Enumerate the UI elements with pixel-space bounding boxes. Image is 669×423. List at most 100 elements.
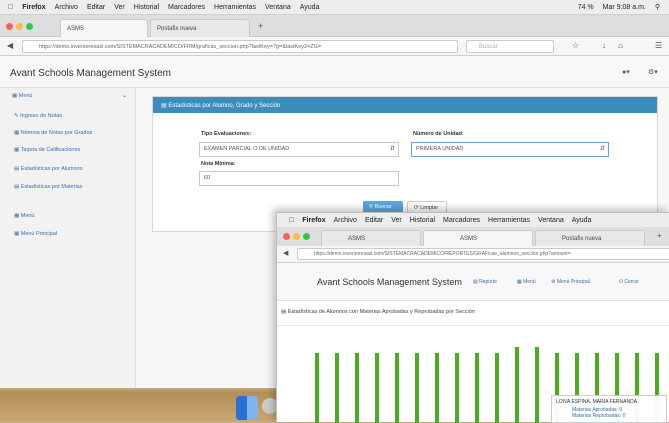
unidad-label: Número de Unidad:: [413, 131, 464, 137]
w2-tab-asms-2[interactable]: ASMS: [423, 230, 533, 246]
finder-icon[interactable]: [236, 396, 258, 420]
sidebar-item-menu[interactable]: ▦ Menú: [14, 213, 35, 219]
secondary-window[interactable]:  Firefox Archivo Editar Ver Historial M…: [276, 212, 669, 423]
os-menubar:  Firefox Archivo Editar Ver Historial M…: [0, 0, 669, 15]
close-window-icon[interactable]: [283, 233, 290, 240]
w2-menu-ventana[interactable]: Ventana: [538, 217, 564, 224]
tab-label: Postafix nueva: [562, 235, 602, 242]
tab-postafix[interactable]: Postafix nueva: [150, 19, 250, 37]
search-icon[interactable]: ⚲: [655, 3, 660, 11]
chart-bar[interactable]: [375, 353, 379, 423]
chart-bar[interactable]: [335, 353, 339, 423]
apple-icon[interactable]: : [289, 217, 294, 224]
search-input[interactable]: Buscar: [466, 40, 554, 53]
menu-app[interactable]: Firefox: [22, 4, 45, 11]
w2-nav-menu[interactable]: ▦ Menú: [517, 279, 536, 285]
gear-icon[interactable]: ⚙▾: [648, 68, 658, 76]
sidebar-item-tarjeta[interactable]: ▦ Tarjeta de Calificaciones: [14, 147, 80, 153]
new-tab-icon[interactable]: +: [657, 231, 662, 240]
w2-nav-cerrar[interactable]: ⏻ Cerrar: [619, 279, 639, 285]
chart-bar[interactable]: [495, 353, 499, 423]
zoom-window-icon[interactable]: [26, 23, 33, 30]
buscar-label: Buscar: [374, 204, 392, 210]
minimize-window-icon[interactable]: [293, 233, 300, 240]
chart-tooltip: LOIVA ESPINA, MARIA FERNANDA Materias Ap…: [551, 395, 667, 423]
w2-menu-firefox[interactable]: Firefox: [302, 217, 325, 224]
menu-ventana[interactable]: Ventana: [265, 4, 291, 11]
chart-bar[interactable]: [475, 353, 479, 423]
menu-historial[interactable]: Historial: [134, 4, 159, 11]
chart-bar[interactable]: [435, 353, 439, 423]
back-icon[interactable]: ◀: [7, 41, 13, 50]
w2-menu-editar[interactable]: Editar: [365, 217, 383, 224]
w2-menu-marcadores[interactable]: Marcadores: [443, 217, 480, 224]
hamburger-icon[interactable]: ☰: [655, 41, 662, 50]
chart-divider: [277, 325, 669, 326]
home-icon[interactable]: ⌂: [618, 41, 623, 50]
chart-bar[interactable]: [355, 353, 359, 423]
w2-menu-ver[interactable]: Ver: [391, 217, 402, 224]
tab-asms[interactable]: ASMS: [60, 19, 148, 37]
sidebar-menu-toggle[interactable]: ▦ Menú: [12, 93, 33, 99]
battery-status[interactable]: 74 %: [578, 4, 594, 11]
tipo-value: EXAMEN PARCIAL O DE UNIDAD: [204, 146, 290, 152]
nav-label: Cerrar: [624, 279, 639, 285]
chart-bar[interactable]: [515, 347, 519, 423]
sidebar-item-estadisticas-materias[interactable]: ▤ Estadísticas por Materias: [14, 184, 82, 190]
chart-bar[interactable]: [535, 347, 539, 423]
downloads-icon[interactable]: ↓: [602, 41, 606, 50]
sidebar-item-menu-principal[interactable]: ▦ Menú Principal: [14, 231, 57, 237]
tab-label: ASMS: [67, 25, 85, 32]
dock: [0, 388, 278, 422]
w2-tab-postafix[interactable]: Postafix nueva: [535, 230, 645, 246]
w2-menu-herramientas[interactable]: Herramientas: [488, 217, 530, 224]
w2-tab-asms-1[interactable]: ASMS: [321, 230, 421, 246]
clock[interactable]: Mar 9:08 a.m.: [603, 4, 646, 11]
menu-ayuda[interactable]: Ayuda: [300, 4, 320, 11]
sidebar-item-nomina-notas[interactable]: ▦ Nómina de Notas por Grados: [14, 130, 92, 136]
sidebar-item-label: Ingreso de Notas: [20, 113, 63, 119]
window2-tabbar: ASMS ASMS Postafix nueva +: [277, 227, 669, 246]
chevron-down-icon[interactable]: ⌄: [122, 92, 127, 99]
close-window-icon[interactable]: [6, 23, 13, 30]
nota-input[interactable]: 60: [199, 171, 399, 186]
menu-marcadores[interactable]: Marcadores: [168, 4, 205, 11]
sidebar-item-estadisticas-alumnos[interactable]: ▤ Estadísticas por Alumnos: [14, 166, 83, 172]
w2-menu-historial[interactable]: Historial: [410, 217, 435, 224]
chart-bar[interactable]: [455, 353, 459, 423]
unidad-select[interactable]: PRIMERA UNIDAD ⇵: [411, 142, 609, 157]
w2-menu-archivo[interactable]: Archivo: [334, 217, 357, 224]
nota-label: Nota Mínima:: [201, 161, 236, 167]
tab-label: Postafix nueva: [157, 25, 197, 32]
w2-nav-reporte[interactable]: ▤ Reporte: [473, 279, 497, 285]
nav-label: Menú: [523, 279, 536, 285]
menu-editar[interactable]: Editar: [87, 4, 105, 11]
w2-url-bar[interactable]: https://demo.inversoresasl.com/SISTEMACR…: [297, 248, 669, 260]
apple-icon[interactable]: : [8, 4, 13, 11]
chart-bar[interactable]: [395, 353, 399, 423]
w2-menu-ayuda[interactable]: Ayuda: [572, 217, 592, 224]
chart-bar[interactable]: [415, 353, 419, 423]
tipo-select[interactable]: EXAMEN PARCIAL O DE UNIDAD ⇵: [199, 142, 399, 157]
zoom-window-icon[interactable]: [303, 233, 310, 240]
tooltip-reprobadas: Materias Reprobadas: 0: [572, 413, 626, 419]
chart-bar[interactable]: [315, 353, 319, 423]
sidebar-item-ingreso-notas[interactable]: ✎ Ingreso de Notas: [14, 113, 62, 119]
app-title: Avant Schools Management System: [10, 68, 172, 79]
chart-title-text: Estadísticas de Alumnos con Materias Apr…: [287, 309, 475, 315]
sidebar-item-label: Menú: [20, 213, 35, 219]
minimize-window-icon[interactable]: [16, 23, 23, 30]
limpiar-label: Limpiar: [420, 205, 439, 211]
url-bar[interactable]: https://demo.inversoresasl.com/SISTEMACR…: [22, 40, 458, 53]
user-icon[interactable]: ●▾: [622, 68, 630, 76]
w2-nav-menu-principal[interactable]: ⚙ Menú Principal: [551, 279, 590, 285]
bookmark-icon[interactable]: ☆: [572, 41, 579, 50]
menu-archivo[interactable]: Archivo: [55, 4, 78, 11]
sidebar-menu-label: Menú: [18, 93, 33, 99]
window2-app-header: Avant Schools Management System ▤ Report…: [277, 263, 669, 301]
new-tab-icon[interactable]: +: [258, 21, 263, 31]
menu-ver[interactable]: Ver: [114, 4, 125, 11]
back-icon[interactable]: ◀: [283, 249, 288, 257]
menu-herramientas[interactable]: Herramientas: [214, 4, 256, 11]
sidebar: ▦ Menú ⌄ ✎ Ingreso de Notas ▦ Nómina de …: [0, 88, 136, 388]
